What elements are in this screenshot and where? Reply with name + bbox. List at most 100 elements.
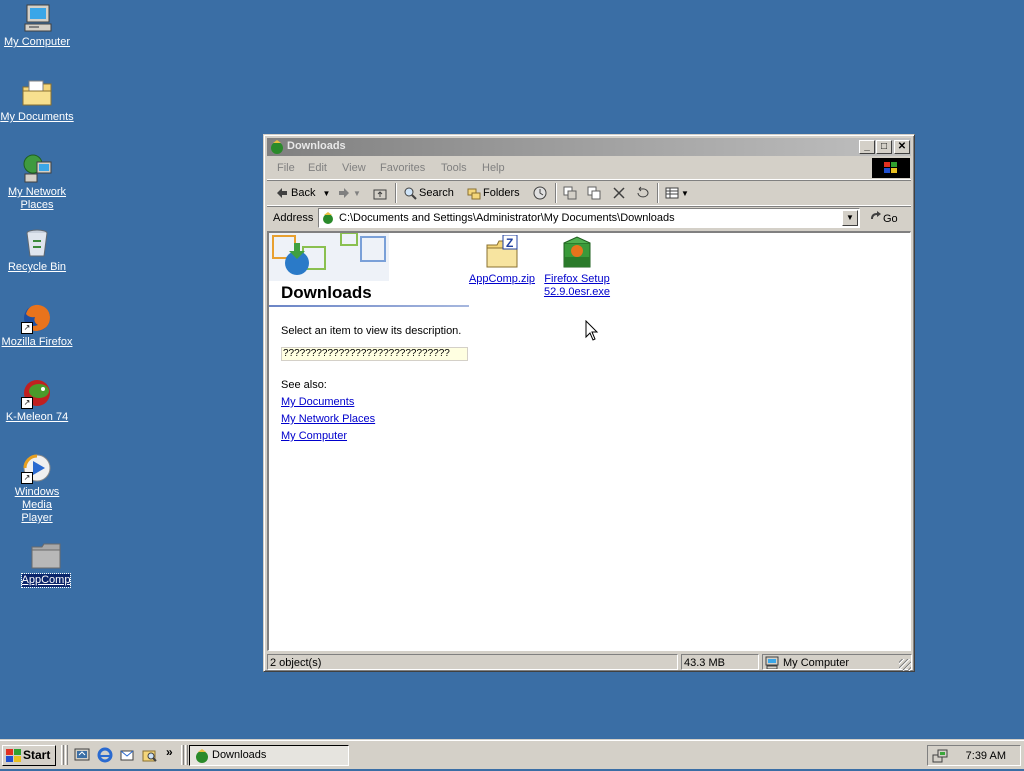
taskbar-grip[interactable] — [61, 745, 64, 765]
file-item-appcomp-zip[interactable]: Z AppComp.zip — [464, 234, 540, 286]
desktop-icon-k-meleon[interactable]: ↗ K-Meleon 74 — [0, 377, 75, 424]
menu-file[interactable]: File — [277, 162, 295, 174]
show-desktop-icon[interactable] — [74, 747, 90, 763]
folder-content-area[interactable]: Downloads Select an item to view its des… — [267, 231, 911, 651]
address-field[interactable]: C:\Documents and Settings\Administrator\… — [318, 208, 860, 228]
menu-help[interactable]: Help — [482, 162, 505, 174]
zone-label: My Computer — [783, 657, 850, 669]
desktop-icon-label: Windows Media Player — [14, 486, 60, 524]
quick-launch-chevron[interactable]: » — [166, 745, 173, 759]
file-name: AppComp.zip — [468, 273, 536, 285]
link-my-network-places[interactable]: My Network Places — [281, 413, 375, 425]
recycle-bin-icon — [21, 227, 53, 259]
address-bar: Address C:\Documents and Settings\Admini… — [267, 206, 911, 230]
folders-button[interactable]: Folders — [467, 185, 520, 201]
link-my-computer[interactable]: My Computer — [281, 430, 347, 442]
desktop-icon-my-network-places[interactable]: My Network Places — [0, 152, 75, 212]
menu-view[interactable]: View — [342, 162, 366, 174]
taskbar-grip[interactable] — [185, 745, 188, 765]
chevron-down-icon[interactable]: ▼ — [353, 189, 361, 198]
outlook-express-icon[interactable] — [119, 747, 135, 763]
description-text: Select an item to view its description. — [281, 325, 462, 337]
file-item-firefox-setup[interactable]: Firefox Setup 52.9.0esr.exe — [539, 235, 615, 299]
undo-icon — [635, 186, 649, 200]
menu-tools[interactable]: Tools — [441, 162, 467, 174]
desktop-icon-label: AppComp — [20, 573, 72, 588]
desktop-icon-recycle-bin[interactable]: Recycle Bin — [0, 227, 75, 274]
firefox-icon: ↗ — [21, 302, 53, 334]
clock[interactable]: 7:39 AM — [966, 750, 1006, 762]
menu-bar: File Edit View Favorites Tools Help — [267, 157, 911, 180]
forward-button[interactable]: ▼ — [337, 185, 361, 201]
system-tray: 7:39 AM — [927, 745, 1021, 766]
title-bar[interactable]: Downloads _ □ ✕ — [267, 138, 911, 156]
documents-folder-icon — [21, 77, 53, 109]
minimize-button[interactable]: _ — [859, 140, 875, 154]
media-player-icon: ↗ — [21, 452, 53, 484]
status-object-count: 2 object(s) — [267, 654, 678, 670]
desktop-icon-my-documents[interactable]: My Documents — [0, 77, 75, 124]
go-button[interactable]: Go — [869, 210, 898, 226]
status-size: 43.3 MB — [681, 654, 759, 670]
copy-to-button[interactable] — [587, 185, 603, 201]
desktop-icon-label: Mozilla Firefox — [1, 336, 73, 348]
toolbar-separator — [555, 183, 557, 203]
views-button[interactable]: ▼ — [665, 185, 689, 201]
up-folder-icon — [373, 186, 387, 200]
desktop-icon-appcomp[interactable]: AppComp — [8, 540, 84, 588]
windows-logo-icon — [872, 158, 910, 178]
explorer-window[interactable]: Downloads _ □ ✕ File Edit View Favorites… — [263, 134, 915, 672]
taskbar-button-downloads[interactable]: Downloads — [189, 745, 349, 766]
desktop-icon-label: My Network Places — [7, 186, 67, 211]
folder-globe-icon — [321, 211, 335, 225]
chevron-down-icon[interactable]: ▼ — [323, 189, 331, 198]
address-value: C:\Documents and Settings\Administrator\… — [339, 212, 675, 224]
start-button[interactable]: Start — [2, 745, 56, 766]
taskbar-grip[interactable] — [181, 745, 184, 765]
desktop-icon-mozilla-firefox[interactable]: ↗ Mozilla Firefox — [0, 302, 75, 349]
network-connection-icon[interactable] — [932, 748, 948, 764]
maximize-button[interactable]: □ — [876, 140, 892, 154]
menu-favorites[interactable]: Favorites — [380, 162, 425, 174]
title-divider — [269, 305, 469, 307]
taskbar: Start » Downloads 7:39 AM — [0, 740, 1024, 769]
desktop-icon-label: K-Meleon 74 — [5, 411, 69, 423]
address-dropdown-button[interactable]: ▼ — [842, 210, 858, 226]
back-arrow-icon — [275, 186, 289, 200]
taskbar-grip[interactable] — [65, 745, 68, 765]
see-also-label: See also: — [281, 379, 327, 391]
folder-title: Downloads — [281, 283, 372, 302]
chevron-down-icon[interactable]: ▼ — [681, 189, 689, 198]
move-to-button[interactable] — [563, 185, 579, 201]
search-folder-icon[interactable] — [142, 747, 158, 763]
folder-icon — [30, 540, 62, 572]
desktop-icon-windows-media-player[interactable]: ↗ Windows Media Player — [0, 452, 75, 525]
link-my-documents[interactable]: My Documents — [281, 396, 354, 408]
setup-package-icon — [560, 235, 594, 269]
back-button[interactable]: Back ▼ — [275, 185, 330, 201]
search-label: Search — [419, 187, 454, 199]
shortcut-arrow-icon: ↗ — [21, 397, 33, 409]
desktop-icon-my-computer[interactable]: My Computer — [0, 2, 75, 49]
history-button[interactable] — [533, 185, 549, 201]
up-folder-button[interactable] — [373, 185, 389, 201]
file-name: Firefox Setup 52.9.0esr.exe — [543, 273, 611, 298]
history-icon — [533, 186, 547, 200]
zip-folder-icon: Z — [485, 234, 519, 269]
menu-edit[interactable]: Edit — [308, 162, 327, 174]
webview-pane: Downloads Select an item to view its des… — [269, 233, 469, 650]
delete-button[interactable] — [612, 185, 628, 201]
toolbar-separator — [657, 183, 659, 203]
desktop-icon-label: My Documents — [0, 111, 74, 123]
undo-button[interactable] — [635, 185, 651, 201]
task-label: Downloads — [212, 749, 267, 761]
views-icon — [665, 186, 679, 200]
internet-explorer-icon[interactable] — [97, 747, 113, 763]
resize-grip[interactable] — [899, 659, 911, 671]
search-button[interactable]: Search — [403, 185, 454, 201]
close-button[interactable]: ✕ — [894, 140, 910, 154]
folders-label: Folders — [483, 187, 520, 199]
computer-icon — [21, 2, 53, 34]
shortcut-arrow-icon: ↗ — [21, 322, 33, 334]
toolbar-separator — [395, 183, 397, 203]
